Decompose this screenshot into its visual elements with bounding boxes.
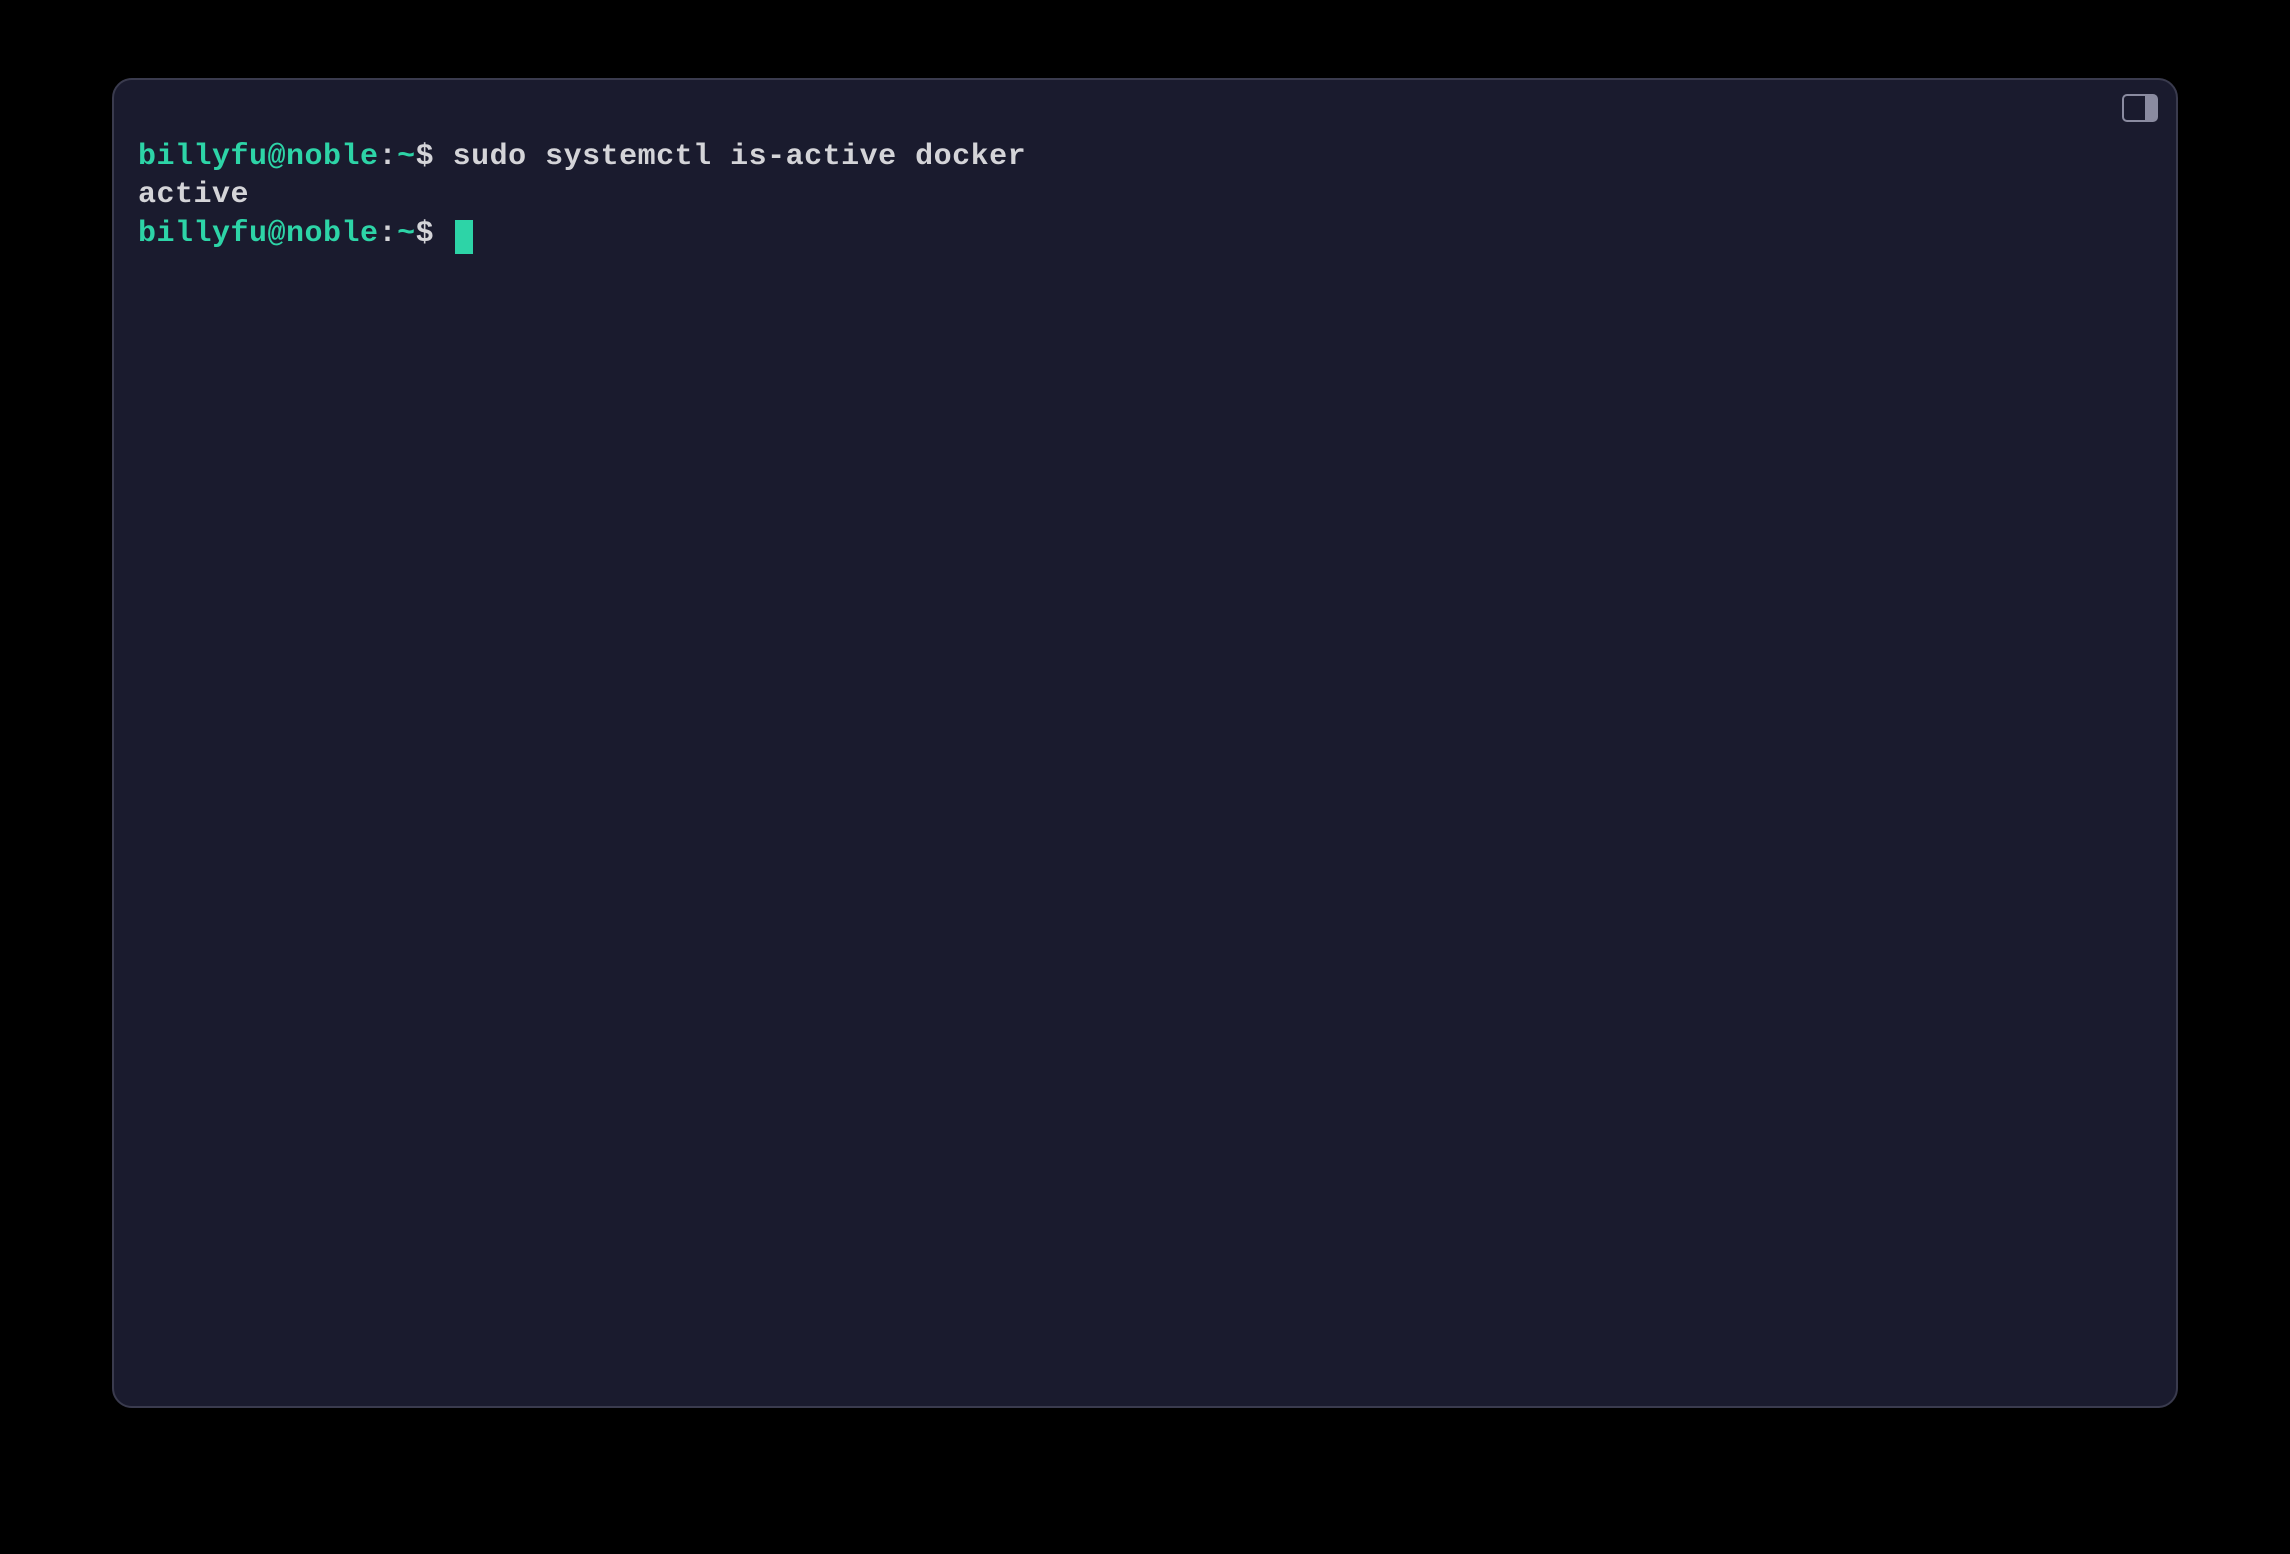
- panel-toggle-icon[interactable]: [2122, 94, 2158, 122]
- prompt-dollar: $: [416, 217, 435, 251]
- terminal-line: billyfu@noble:~$ sudo systemctl is-activ…: [138, 138, 2152, 176]
- terminal-window[interactable]: billyfu@noble:~$ sudo systemctl is-activ…: [112, 78, 2178, 1408]
- prompt-colon: :: [379, 217, 398, 251]
- prompt-user-host: billyfu@noble: [138, 140, 379, 174]
- prompt-user-host: billyfu@noble: [138, 217, 379, 251]
- titlebar: [2104, 80, 2176, 136]
- command-text: [434, 217, 453, 251]
- cursor-block: [455, 220, 473, 254]
- prompt-path: ~: [397, 217, 416, 251]
- terminal-content[interactable]: billyfu@noble:~$ sudo systemctl is-activ…: [114, 80, 2176, 277]
- terminal-line: billyfu@noble:~$: [138, 215, 2152, 253]
- output-text: active: [138, 178, 249, 212]
- prompt-dollar: $: [416, 140, 435, 174]
- prompt-path: ~: [397, 140, 416, 174]
- prompt-colon: :: [379, 140, 398, 174]
- command-text: sudo systemctl is-active docker: [434, 140, 1026, 174]
- terminal-line: active: [138, 176, 2152, 214]
